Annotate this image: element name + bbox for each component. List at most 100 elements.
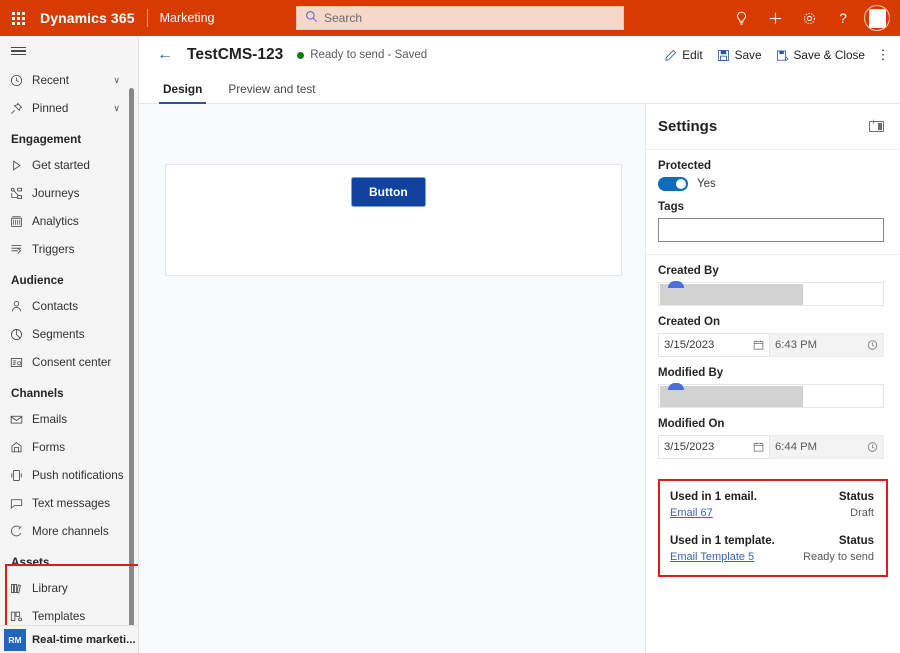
chevron-down-icon[interactable]: ∨: [113, 75, 120, 86]
used-in-email-header-row: Used in 1 email. Status: [670, 491, 874, 503]
used-in-template-header-row: Used in 1 template. Status: [670, 535, 874, 547]
pencil-icon: [664, 49, 677, 62]
modified-on-time[interactable]: 6:44 PM: [770, 435, 884, 459]
sidebar-item-label: Triggers: [32, 243, 74, 256]
clock-icon: [10, 74, 32, 87]
search-input[interactable]: [324, 11, 594, 25]
used-in-template-heading: Used in 1 template.: [670, 535, 775, 547]
sidebar-item-recent[interactable]: Recent ∨: [0, 66, 138, 94]
calendar-icon[interactable]: [753, 442, 764, 453]
sidebar-item-get-started[interactable]: Get started: [0, 151, 138, 179]
sidebar-item-label: Contacts: [32, 300, 78, 313]
main-content-area: ← TestCMS-123 Ready to send - Saved Edit: [139, 36, 900, 653]
calendar-icon[interactable]: [753, 340, 764, 351]
tab-design[interactable]: Design: [157, 75, 208, 103]
forms-icon: [10, 441, 32, 454]
sidebar-item-emails[interactable]: Emails: [0, 405, 138, 433]
save-close-icon: [776, 49, 789, 62]
status-text: Ready to send - Saved: [310, 49, 427, 61]
sidebar-item-label: Push notifications: [32, 469, 124, 482]
sidebar-item-journeys[interactable]: Journeys: [0, 179, 138, 207]
segments-icon: [10, 328, 32, 341]
waffle-icon: [12, 12, 25, 25]
chevron-down-icon[interactable]: ∨: [113, 103, 120, 114]
sidebar-scrollbar[interactable]: [129, 88, 134, 648]
modified-on-date-value: 3/15/2023: [664, 441, 714, 453]
email-content-canvas[interactable]: Button: [165, 164, 622, 276]
design-canvas-area[interactable]: Button: [139, 104, 646, 653]
pin-icon: [10, 102, 32, 115]
clock-icon[interactable]: [867, 442, 878, 453]
journeys-icon: [10, 187, 32, 200]
user-avatar[interactable]: [864, 5, 890, 31]
global-search[interactable]: [296, 6, 624, 30]
top-bar-actions: ?: [724, 0, 896, 36]
sidebar-item-label: More channels: [32, 525, 109, 538]
tab-preview-and-test[interactable]: Preview and test: [222, 75, 321, 103]
tags-label: Tags: [658, 201, 884, 213]
modified-by-field[interactable]: [658, 384, 884, 408]
used-in-panel: Used in 1 email. Status Email 67 Draft U…: [658, 479, 888, 577]
sidebar-item-text-messages[interactable]: Text messages: [0, 489, 138, 517]
used-in-template-status: Ready to send: [803, 551, 874, 563]
overflow-menu-button[interactable]: ⋮: [872, 41, 894, 69]
sidebar-item-more-channels[interactable]: More channels: [0, 517, 138, 545]
sidebar-group-assets: Assets: [0, 545, 138, 574]
used-in-email-link[interactable]: Email 67: [670, 507, 713, 519]
search-icon: [305, 10, 318, 26]
created-on-time[interactable]: 6:43 PM: [770, 333, 884, 357]
sidebar-item-contacts[interactable]: Contacts: [0, 292, 138, 320]
sidebar-item-library[interactable]: Library: [0, 574, 138, 602]
sidebar-item-pinned[interactable]: Pinned ∨: [0, 94, 138, 122]
plus-icon[interactable]: [758, 0, 792, 36]
help-icon[interactable]: ?: [826, 0, 860, 36]
toggle-knob: [676, 179, 686, 189]
modified-on-label: Modified On: [658, 418, 884, 430]
sidebar-item-label: Consent center: [32, 356, 111, 369]
modified-on-field: 3/15/2023 6:44 PM: [658, 435, 884, 459]
triggers-icon: [10, 243, 32, 256]
chat-icon: [10, 497, 32, 510]
sidebar-item-push-notifications[interactable]: Push notifications: [0, 461, 138, 489]
collapse-panel-icon[interactable]: [869, 121, 884, 132]
used-in-template-link[interactable]: Email Template 5: [670, 551, 754, 563]
consent-icon: [10, 356, 32, 369]
content-button-element[interactable]: Button: [351, 177, 426, 207]
save-and-close-button[interactable]: Save & Close: [769, 41, 872, 69]
modified-by-label: Modified By: [658, 367, 884, 379]
protected-toggle[interactable]: [658, 177, 688, 191]
sidebar-item-analytics[interactable]: Analytics: [0, 207, 138, 235]
lightbulb-icon[interactable]: [724, 0, 758, 36]
protected-label: Protected: [658, 160, 884, 172]
clock-icon[interactable]: [867, 340, 878, 351]
save-button[interactable]: Save: [710, 41, 769, 69]
back-button[interactable]: ←: [157, 47, 173, 63]
settings-section-audit: Created By Created On 3/15/2023: [646, 255, 900, 471]
sidebar-item-label: Library: [32, 582, 68, 595]
save-button-label: Save: [735, 48, 762, 62]
settings-panel-header: Settings: [646, 104, 900, 150]
workspace: Button Settings Protected Yes Tags: [139, 104, 900, 653]
sidebar-item-triggers[interactable]: Triggers: [0, 235, 138, 263]
edit-button[interactable]: Edit: [657, 41, 709, 69]
created-on-date[interactable]: 3/15/2023: [658, 333, 770, 357]
area-switcher[interactable]: RM Real-time marketi... ⇅: [0, 625, 139, 653]
gear-icon[interactable]: [792, 0, 826, 36]
modified-on-date[interactable]: 3/15/2023: [658, 435, 770, 459]
area-switcher-label: Real-time marketi...: [32, 634, 136, 646]
command-bar-actions: Edit Save: [657, 36, 894, 74]
sidebar-item-forms[interactable]: Forms: [0, 433, 138, 461]
redaction-marker: [668, 383, 684, 390]
library-icon: [10, 582, 32, 595]
app-launcher-button[interactable]: [0, 0, 36, 36]
sidebar-item-consent-center[interactable]: Consent center: [0, 348, 138, 376]
sidebar-group-engagement: Engagement: [0, 122, 138, 151]
settings-panel: Settings Protected Yes Tags Created By: [646, 104, 900, 653]
edit-button-label: Edit: [682, 48, 702, 62]
sidebar-collapse-button[interactable]: [0, 36, 139, 66]
created-by-field[interactable]: [658, 282, 884, 306]
push-icon: [10, 469, 32, 482]
sidebar-item-segments[interactable]: Segments: [0, 320, 138, 348]
used-in-template-row: Email Template 5 Ready to send: [670, 551, 874, 563]
tags-input[interactable]: [658, 218, 884, 242]
